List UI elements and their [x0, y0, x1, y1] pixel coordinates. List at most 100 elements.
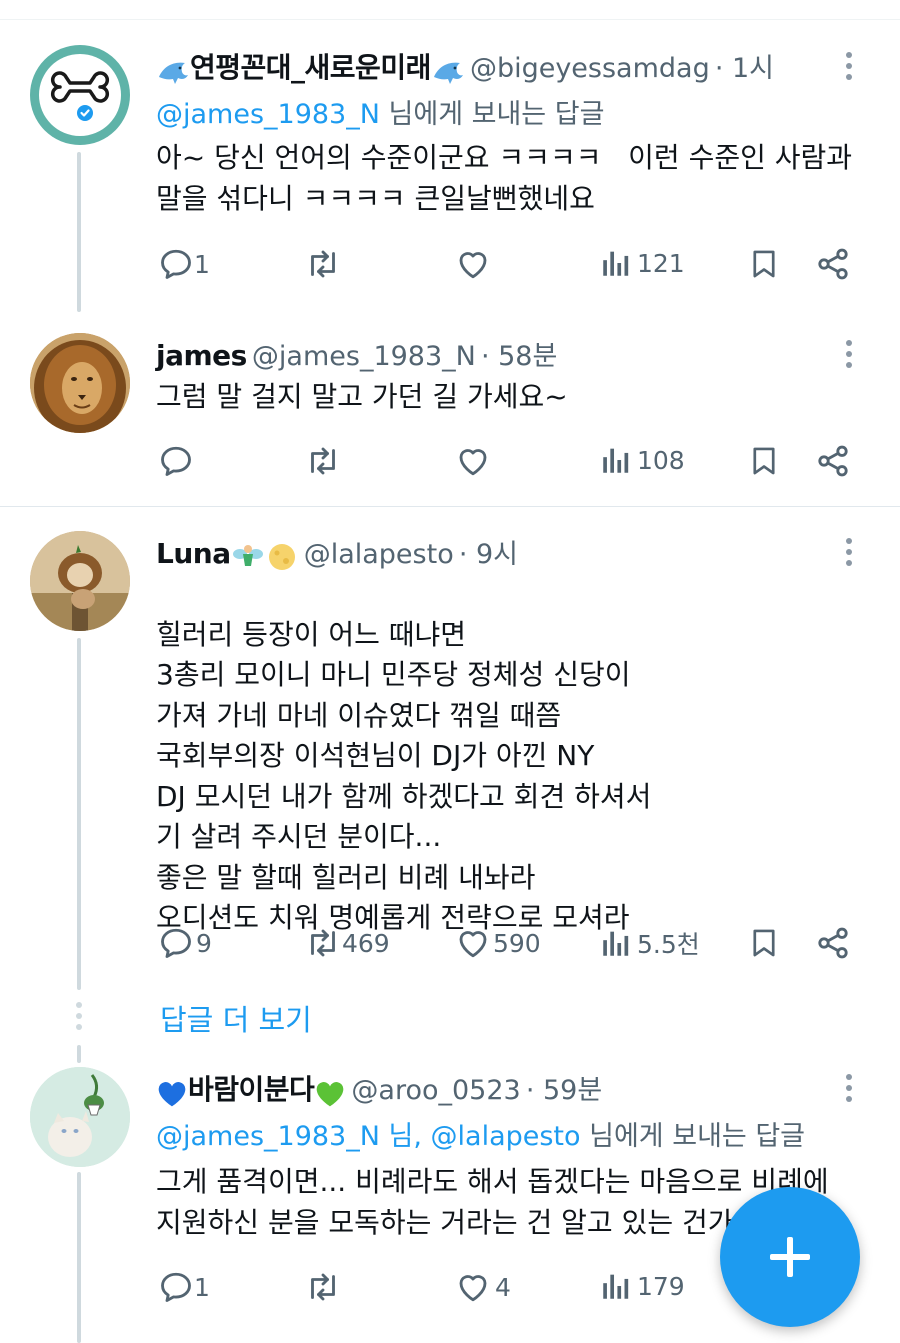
views-icon	[599, 926, 633, 960]
tweet-header: 바람이분다 @aroo_0523 · 59분	[156, 1068, 836, 1112]
handle[interactable]: @bigeyessamdag	[470, 53, 710, 84]
reply-button[interactable]: 1	[158, 1269, 210, 1305]
timestamp[interactable]: · 9시	[459, 539, 518, 570]
like-button[interactable]	[455, 246, 491, 282]
display-name[interactable]: Luna	[156, 537, 231, 570]
tweet-header: james @james_1983_N · 58분	[156, 334, 836, 373]
reply-button[interactable]: 9	[158, 925, 212, 961]
tweet-text-line: DJ 모시던 내가 함께 하겠다고 회견 하셔서	[156, 779, 652, 813]
reply-count: 1	[194, 1272, 210, 1302]
avatar-aroo_0523[interactable]	[30, 1067, 130, 1167]
white-cat-avatar-icon	[30, 1067, 130, 1167]
moon-emoji-icon	[265, 541, 299, 577]
handle[interactable]: @james_1983_N	[252, 341, 476, 372]
retweet-button[interactable]: 469	[304, 925, 390, 961]
share-button[interactable]	[815, 246, 851, 282]
views-button[interactable]: 108	[599, 443, 685, 477]
tweet-header: Luna @lalapesto · 9시	[156, 532, 836, 577]
tweet-text: 아~ 당신 언어의 수준이군요 ㅋㅋㅋㅋ 이런 수준인 사람과말을 섞다니 ㅋㅋ…	[156, 138, 852, 219]
views-icon	[599, 443, 633, 477]
dolphin-emoji-icon	[156, 55, 190, 91]
dolphin-emoji-icon	[431, 55, 465, 91]
thread-line	[77, 152, 81, 312]
tweet-header: 연평꼰대_새로운미래 @bigeyessamdag · 1시	[156, 46, 836, 86]
timestamp[interactable]: · 1시	[715, 53, 774, 84]
more-icon[interactable]	[846, 1074, 854, 1107]
share-icon	[815, 925, 851, 961]
retweet-button[interactable]	[304, 443, 342, 479]
tweet-text-line: 말을 섞다니 ㅋㅋㅋㅋ 큰일날뻔했네요	[156, 181, 595, 215]
like-icon	[455, 1269, 491, 1305]
bookmark-button[interactable]	[747, 443, 781, 479]
tweet-text: 힐러리 등장이 어느 때냐면 3총리 모이니 마니 민주당 정체성 신당이 가져 가…	[156, 574, 651, 979]
share-button[interactable]	[815, 443, 851, 479]
like-button[interactable]: 590	[455, 925, 541, 961]
reply-count: 1	[194, 249, 210, 279]
views-count: 108	[637, 445, 685, 475]
compose-plus-icon	[770, 1237, 810, 1277]
handle[interactable]: @lalapesto	[304, 539, 454, 570]
tweet-text-line: 가져 가네 마네 이슈였다 꺾일 때쯤	[156, 698, 562, 732]
like-icon	[455, 246, 491, 282]
like-button[interactable]	[455, 443, 491, 479]
reply-button[interactable]: 1	[158, 246, 210, 282]
reply-to-suffix: 님에게 보내는 답글	[580, 1121, 806, 1152]
views-button[interactable]: 5.5천	[599, 925, 700, 961]
bookmark-button[interactable]	[747, 246, 781, 282]
retweet-icon	[304, 1269, 342, 1305]
avatar-bigeyessamdag[interactable]	[30, 45, 130, 145]
display-name[interactable]: 연평꼰대_새로운미래	[190, 51, 431, 84]
more-icon[interactable]	[846, 52, 854, 85]
reply-count: 9	[196, 928, 212, 958]
cat-in-lion-costume-avatar-icon	[30, 531, 130, 631]
retweet-icon	[304, 443, 342, 479]
more-icon[interactable]	[846, 538, 854, 571]
reply-icon	[158, 925, 194, 961]
reply-icon	[158, 443, 194, 479]
bookmark-icon	[747, 246, 781, 282]
reply-to-link[interactable]: @james_1983_N	[156, 99, 380, 130]
retweet-button[interactable]	[304, 246, 342, 282]
green-heart-emoji-icon	[314, 1078, 346, 1112]
avatar-james[interactable]	[30, 333, 130, 433]
avatar-lalapesto[interactable]	[30, 531, 130, 631]
display-name[interactable]: 바람이분다	[188, 1073, 315, 1106]
reply-to-link[interactable]: @james_1983_N 님, @lalapesto	[156, 1121, 581, 1152]
display-name[interactable]: james	[156, 339, 247, 372]
views-button[interactable]: 121	[599, 246, 685, 280]
bookmark-icon	[747, 443, 781, 479]
tweet-text-line: 오디션도 치워 명예롭게 전략으로 모셔라	[156, 901, 630, 934]
timestamp[interactable]: · 59분	[526, 1075, 602, 1106]
retweet-button[interactable]	[304, 1269, 342, 1305]
views-icon	[599, 1269, 633, 1303]
bookmark-button[interactable]	[747, 925, 781, 961]
tweet-text-line: 아~ 당신 언어의 수준이군요 ㅋㅋㅋㅋ 이런 수준인 사람과	[156, 141, 853, 174]
like-icon	[455, 925, 491, 961]
tweet-text-line: 3총리 모이니 마니 민주당 정체성 신당이	[156, 658, 631, 691]
views-count: 5.5천	[637, 930, 700, 959]
reply-context: @james_1983_N 님에게 보내는 답글	[156, 92, 604, 131]
tweet-text: 그럼 말 걸지 말고 가던 길 가세요~	[156, 377, 568, 418]
show-more-replies-link[interactable]: 답글 더 보기	[160, 997, 312, 1039]
compose-button[interactable]	[720, 1187, 860, 1327]
reply-to-suffix: 님에게 보내는 답글	[379, 99, 605, 130]
thread-line	[77, 638, 81, 990]
like-button[interactable]: 4	[455, 1269, 511, 1305]
views-icon	[599, 246, 633, 280]
tweet-text-line: 국회부의장 이석현님이 DJ가 아낀 NY	[156, 739, 595, 772]
views-button[interactable]: 179	[599, 1269, 685, 1303]
share-icon	[815, 246, 851, 282]
tweet-text-line: 그럼 말 걸지 말고 가던 길 가세요~	[156, 380, 568, 413]
reply-button[interactable]	[158, 443, 194, 479]
more-icon[interactable]	[846, 340, 854, 373]
like-count: 4	[495, 1272, 511, 1302]
retweet-icon	[304, 246, 342, 282]
reply-icon	[158, 246, 194, 282]
share-button[interactable]	[815, 925, 851, 961]
tweet-text-line: 좋은 말 할때 힐러리 비례 내놔라	[156, 860, 536, 894]
like-icon	[455, 443, 491, 479]
tweet-divider	[0, 506, 900, 507]
bone-avatar-icon	[39, 54, 121, 136]
handle[interactable]: @aroo_0523	[351, 1075, 520, 1106]
timestamp[interactable]: · 58분	[481, 341, 557, 372]
